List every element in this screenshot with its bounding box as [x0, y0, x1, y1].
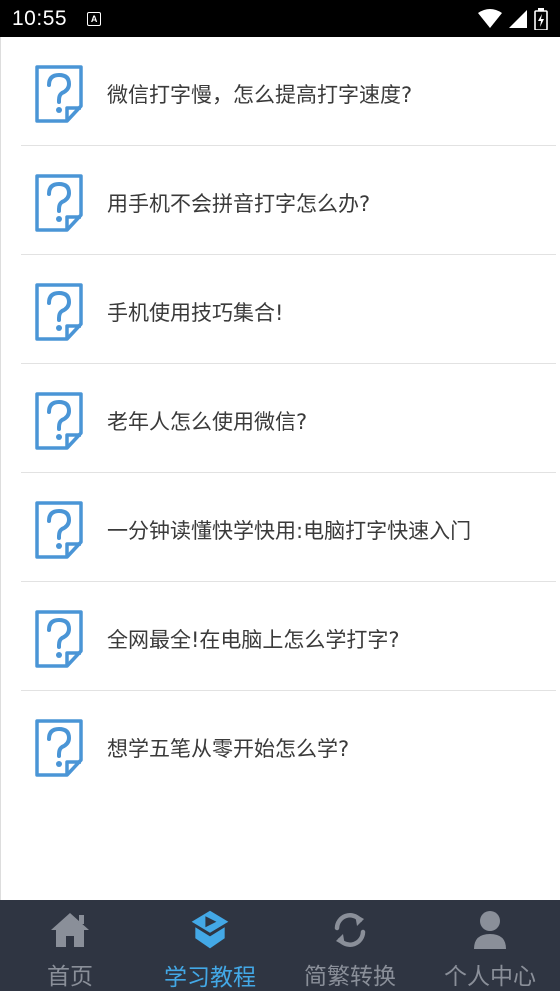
list-item-title: 微信打字慢，怎么提高打字速度?	[107, 83, 413, 107]
list-item[interactable]: 老年人怎么使用微信?	[21, 364, 556, 473]
tab-tutorial-label: 学习教程	[164, 965, 256, 991]
list-item[interactable]: 想学五笔从零开始怎么学?	[21, 691, 556, 800]
list-item[interactable]: 全网最全!在电脑上怎么学打字?	[21, 582, 556, 691]
convert-icon	[328, 908, 372, 951]
question-doc-icon	[35, 719, 83, 777]
list-item-title: 想学五笔从零开始怎么学?	[107, 737, 350, 761]
question-doc-icon	[35, 174, 83, 232]
list-item[interactable]: 微信打字慢，怎么提高打字速度?	[21, 37, 556, 146]
tab-home[interactable]: 首页	[0, 900, 140, 991]
tab-tutorial[interactable]: 学习教程	[140, 900, 280, 991]
list-item-title: 手机使用技巧集合!	[107, 301, 284, 325]
question-doc-icon	[35, 65, 83, 123]
tutorial-list: 微信打字慢，怎么提高打字速度? 用手机不会拼音打字怎么办? 手机使用技巧集合!	[1, 37, 560, 800]
cell-signal-icon	[509, 9, 527, 28]
list-item[interactable]: 手机使用技巧集合!	[21, 255, 556, 364]
question-doc-icon	[35, 501, 83, 559]
list-item[interactable]: 一分钟读懂快学快用:电脑打字快速入门	[21, 473, 556, 582]
bottom-tab-bar: 首页 学习教程 简繁转换 个人中心	[0, 900, 560, 991]
battery-icon	[534, 7, 548, 30]
tab-convert-label: 简繁转换	[304, 964, 396, 990]
person-icon	[468, 908, 512, 951]
tutorial-icon	[188, 908, 232, 952]
tutorial-list-panel: 微信打字慢，怎么提高打字速度? 用手机不会拼音打字怎么办? 手机使用技巧集合!	[0, 37, 560, 900]
tab-home-label: 首页	[47, 964, 93, 990]
list-item-title: 老年人怎么使用微信?	[107, 410, 308, 434]
list-item[interactable]: 用手机不会拼音打字怎么办?	[21, 146, 556, 255]
tab-profile[interactable]: 个人中心	[420, 900, 560, 991]
home-icon	[48, 908, 92, 951]
tab-profile-label: 个人中心	[444, 964, 536, 990]
tab-convert[interactable]: 简繁转换	[280, 900, 420, 991]
question-doc-icon	[35, 392, 83, 450]
list-item-title: 全网最全!在电脑上怎么学打字?	[107, 628, 400, 652]
status-bar: 10:55 A	[0, 0, 560, 37]
question-doc-icon	[35, 283, 83, 341]
status-time: 10:55	[12, 6, 68, 30]
list-item-title: 一分钟读懂快学快用:电脑打字快速入门	[107, 519, 472, 543]
notification-icon: A	[87, 11, 102, 26]
status-icons	[478, 7, 548, 30]
question-doc-icon	[35, 610, 83, 668]
list-item-title: 用手机不会拼音打字怎么办?	[107, 192, 371, 216]
wifi-icon	[478, 8, 502, 28]
